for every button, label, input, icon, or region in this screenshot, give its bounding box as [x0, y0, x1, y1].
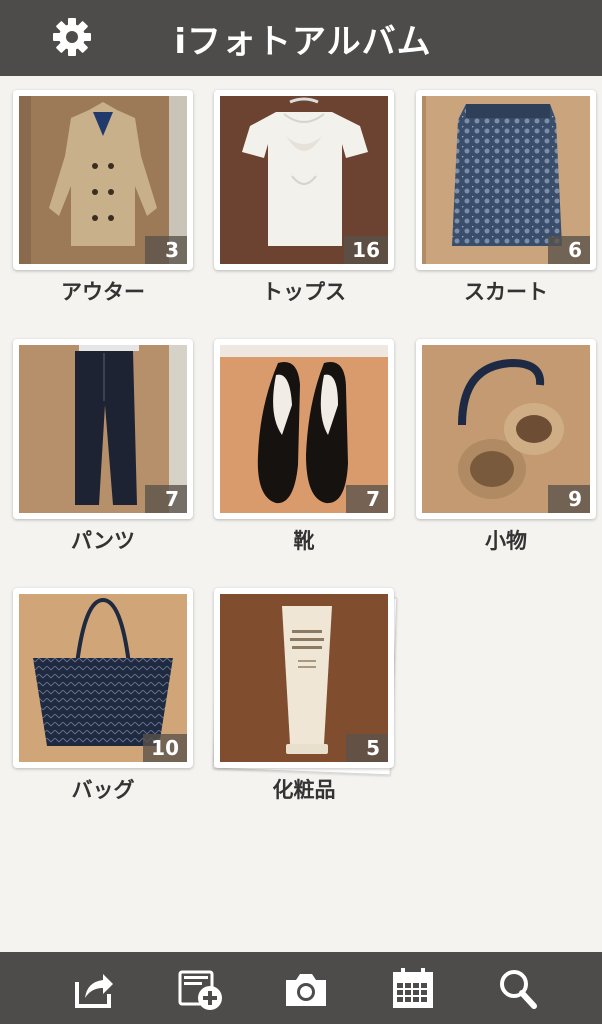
album-label: 小物: [485, 529, 527, 553]
album-accessories[interactable]: 9 小物: [416, 339, 596, 579]
album-thumbnail-frame: 6: [416, 90, 596, 270]
album-label: スカート: [464, 280, 548, 304]
album-label: バッグ: [71, 778, 135, 802]
album-label: トップス: [262, 280, 346, 304]
camera-icon[interactable]: [282, 966, 330, 1012]
album-skirt[interactable]: 6 スカート: [416, 90, 596, 330]
photo-count: 6: [548, 236, 590, 264]
navy-trousers-photo: 7: [19, 345, 187, 513]
album-thumbnail-frame: 16: [214, 90, 394, 270]
share-icon[interactable]: [69, 966, 117, 1012]
lotion-tube-photo: 5: [220, 594, 388, 762]
tote-bag-photo: 10: [19, 594, 187, 762]
photo-count: 7: [145, 485, 187, 513]
album-tops[interactable]: 16 トップス: [214, 90, 394, 330]
beige-trench-coat-photo: 3: [19, 96, 187, 264]
photo-count: 9: [548, 485, 590, 513]
search-icon[interactable]: [494, 966, 542, 1012]
app-title: iフォトアルバム: [174, 22, 432, 62]
photo-count: 7: [346, 485, 388, 513]
photo-count: 3: [145, 236, 187, 264]
album-thumbnail-frame: 7: [214, 339, 394, 519]
black-pumps-photo: 7: [220, 345, 388, 513]
album-thumbnail-frame: 3: [13, 90, 193, 270]
album-label: 靴: [293, 529, 315, 553]
fur-earmuffs-photo: 9: [422, 345, 590, 513]
calendar-icon[interactable]: [389, 966, 437, 1012]
album-label: 化粧品: [272, 778, 336, 802]
album-label: アウター: [61, 280, 145, 304]
album-label: パンツ: [70, 529, 136, 553]
photo-count: 5: [346, 734, 388, 762]
album-shoes[interactable]: 7 靴: [214, 339, 394, 579]
album-thumbnail-frame: 10: [13, 588, 193, 768]
app-header: iフォトアルバム: [0, 0, 602, 76]
bottom-toolbar: [0, 952, 602, 1024]
album-bag[interactable]: 10 バッグ: [13, 588, 193, 828]
photo-count: 10: [143, 734, 187, 762]
album-pants[interactable]: 7 パンツ: [13, 339, 193, 579]
album-thumbnail-frame: 9: [416, 339, 596, 519]
album-thumbnail-frame: 5: [214, 588, 394, 768]
album-thumbnail-frame: 7: [13, 339, 193, 519]
album-outer[interactable]: 3 アウター: [13, 90, 193, 330]
photo-count: 16: [344, 236, 388, 264]
album-cosmetics[interactable]: 5 化粧品: [212, 588, 398, 828]
add-album-icon[interactable]: [176, 966, 224, 1012]
white-blouse-photo: 16: [220, 96, 388, 264]
patterned-skirt-photo: 6: [422, 96, 590, 264]
